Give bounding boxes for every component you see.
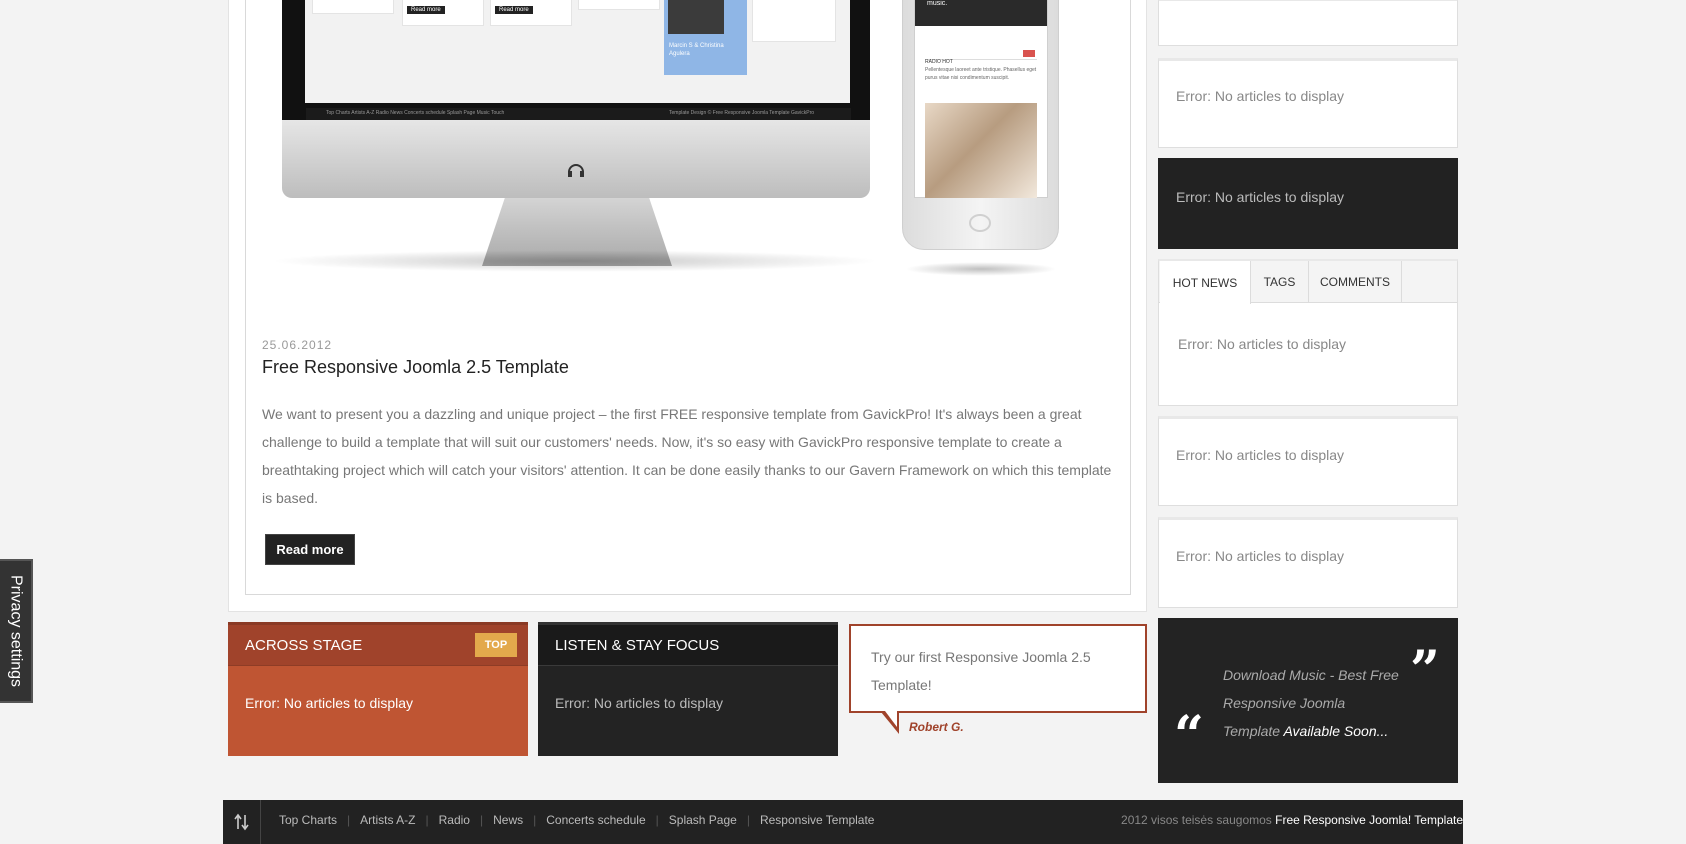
- tab-content-message: Error: No articles to display: [1178, 336, 1347, 352]
- imac-menu-text: Top Charts Artists A-Z Radio News Concer…: [326, 110, 505, 116]
- imac-chin: [282, 120, 870, 198]
- tab-tags[interactable]: TAGS: [1251, 261, 1309, 303]
- imac-shadow: [270, 250, 880, 272]
- imac-card: [312, 0, 394, 14]
- post-body: We want to present you a dazzling and un…: [262, 406, 1112, 506]
- testimonial-author: Robert G.: [909, 720, 964, 734]
- footer-link-artists[interactable]: Artists A-Z: [360, 813, 415, 827]
- testimonial-text: Try our first Responsive Joomla 2.5 Temp…: [871, 649, 1091, 693]
- footer-link-top-charts[interactable]: Top Charts: [279, 813, 337, 827]
- footer-copyright: 2012 visos teisės saugomos Free Responsi…: [1121, 813, 1463, 827]
- footer-link-radio[interactable]: Radio: [439, 813, 470, 827]
- across-stage-message: Error: No articles to display: [245, 695, 414, 711]
- phone-logo: music.: [927, 0, 948, 7]
- post-title[interactable]: Free Responsive Joomla 2.5 Template: [262, 357, 569, 378]
- sidebar-message: Error: No articles to display: [1176, 548, 1345, 564]
- imac-card: [752, 0, 836, 42]
- phone-header: music.: [915, 0, 1047, 26]
- tab-hot-news[interactable]: HOT NEWS: [1160, 261, 1251, 304]
- sidebar-message: Error: No articles to display: [1176, 447, 1345, 463]
- phone-shadow: [905, 262, 1057, 276]
- footer-nav: Top Charts | Artists A-Z | Radio | News | Co…: [279, 813, 874, 827]
- phone-badge: [1023, 50, 1035, 57]
- footer-link-concerts[interactable]: Concerts schedule: [546, 813, 645, 827]
- read-more-button[interactable]: Read more: [265, 534, 355, 565]
- footer-separator: |: [533, 813, 537, 827]
- footer-link-news[interactable]: News: [493, 813, 523, 827]
- up-down-arrows-icon[interactable]: [223, 800, 261, 844]
- phone-section: RADIO HOT: [925, 50, 1037, 65]
- footer-link-splash[interactable]: Splash Page: [669, 813, 737, 827]
- imac-card: [578, 0, 660, 10]
- footer-separator: |: [347, 813, 351, 827]
- across-stage-title: ACROSS STAGE: [245, 637, 363, 654]
- sidebar-message: Error: No articles to display: [1176, 88, 1345, 104]
- phone-home-button: [969, 214, 991, 232]
- imac-read-more: Read more: [407, 6, 445, 14]
- imac-featured-text: Marcin S & Christina Agulera: [669, 43, 724, 57]
- imac-footer-text: Template Design © Free Responsive Joomla…: [669, 110, 815, 116]
- top-badge: TOP: [475, 633, 517, 657]
- imac-menubar: Top Charts Artists A-Z Radio News Concer…: [306, 108, 851, 120]
- post-date: 25.06.2012: [262, 338, 333, 352]
- listen-message: Error: No articles to display: [555, 695, 724, 711]
- privacy-settings-button[interactable]: Privacy settings: [0, 559, 33, 703]
- open-quote-icon: “: [1174, 705, 1204, 766]
- footer-separator: |: [425, 813, 429, 827]
- copyright-text: 2012 visos teisės saugomos: [1121, 813, 1276, 827]
- footer-separator: |: [746, 813, 750, 827]
- listen-title: LISTEN & STAY FOCUS: [555, 637, 720, 654]
- phone-text: Pellentesque laoreet ante tristique. Pha…: [925, 67, 1037, 81]
- testimonial-tail-inner: [885, 711, 897, 727]
- sidebar-box: [1158, 0, 1458, 46]
- tab-comments[interactable]: COMMENTS: [1309, 261, 1402, 303]
- phone-photo: [925, 103, 1037, 198]
- imac-read-more: Read more: [495, 6, 533, 14]
- footer-link-responsive[interactable]: Responsive Template: [760, 813, 875, 827]
- privacy-settings-label: Privacy settings: [7, 574, 25, 688]
- headphones-icon: [568, 164, 584, 177]
- copyright-link[interactable]: Free Responsive Joomla! Template: [1275, 813, 1463, 827]
- footer-separator: |: [479, 813, 484, 827]
- quote-text: Download Music - Best Free Responsive Jo…: [1223, 661, 1403, 745]
- sidebar-message: Error: No articles to display: [1176, 189, 1345, 205]
- phone-section-title: RADIO HOT: [925, 59, 953, 65]
- footer-separator: |: [655, 813, 659, 827]
- imac-featured-photo: [668, 0, 724, 34]
- quote-text-highlight: Available Soon...: [1283, 723, 1389, 739]
- close-quote-icon: ”: [1410, 640, 1440, 701]
